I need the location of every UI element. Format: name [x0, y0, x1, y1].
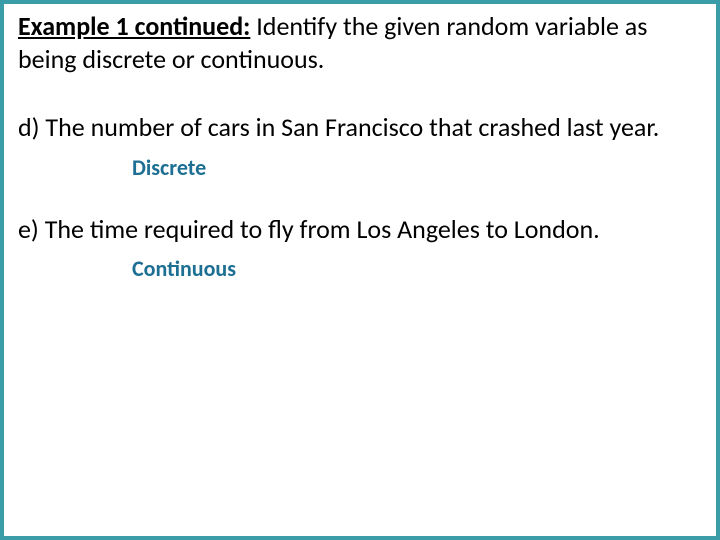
question-d: d) The number of cars in San Francisco t…: [18, 111, 702, 144]
heading-label: Example 1 continued:: [18, 10, 250, 42]
slide-frame: Example 1 continued: Identify the given …: [0, 0, 720, 540]
question-e: e) The time required to fly from Los Ang…: [18, 213, 702, 246]
answer-d: Discrete: [132, 154, 702, 181]
spacer: [18, 75, 702, 105]
answer-e: Continuous: [132, 255, 702, 282]
spacer: [18, 181, 702, 207]
example-heading: Example 1 continued: Identify the given …: [18, 10, 702, 75]
